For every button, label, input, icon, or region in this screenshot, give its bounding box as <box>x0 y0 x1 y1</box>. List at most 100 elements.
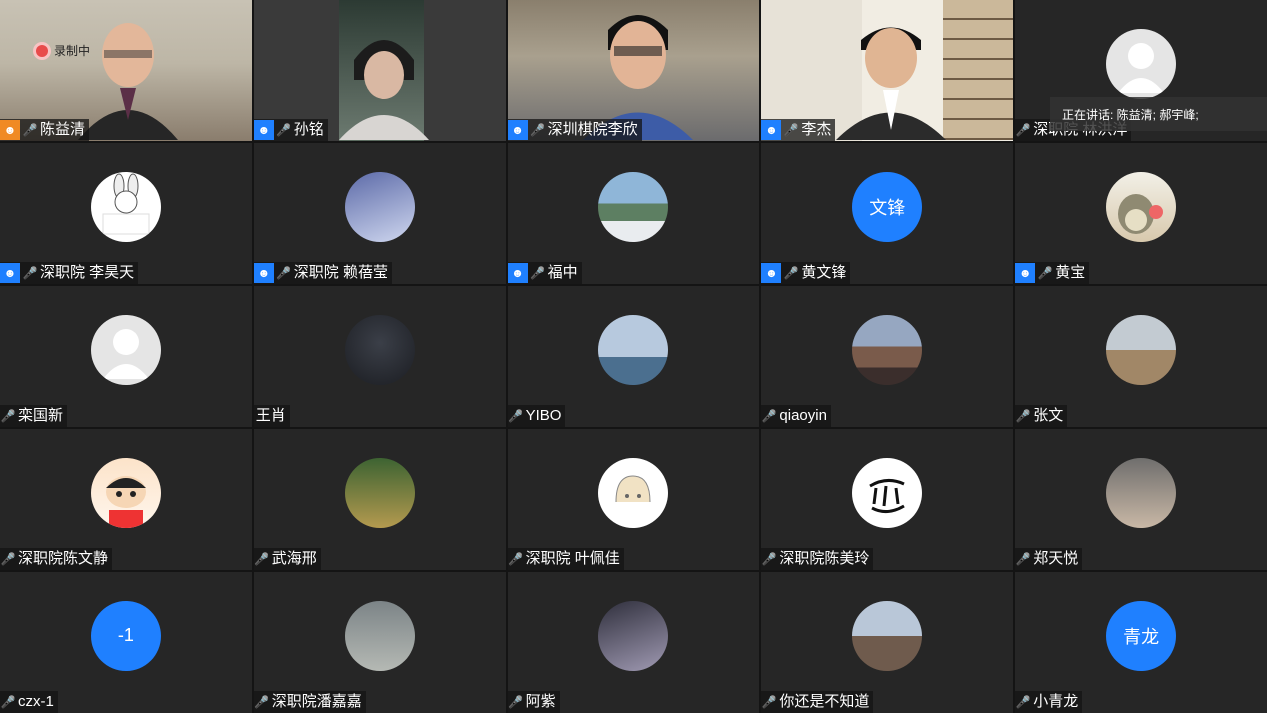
mic-muted-icon: 🎤 <box>254 552 270 566</box>
participant-name: 黄宝 <box>1055 264 1086 281</box>
avatar-text: 青龙 <box>1123 626 1160 647</box>
participant-tile[interactable]: ☻ 🎤 深圳棋院李欣 <box>507 0 760 141</box>
name-bar: 🎤 深职院 叶佩佳 <box>507 548 624 570</box>
mic-muted-icon: 🎤 <box>530 266 546 280</box>
name-bar: 王肖 <box>253 405 290 427</box>
name-bar: ☻ 🎤 李杰 <box>761 119 836 141</box>
mic-muted-icon: 🎤 <box>761 695 777 709</box>
participant-video-image <box>338 40 429 140</box>
mic-muted-icon: 🎤 <box>1015 409 1031 423</box>
mic-muted-icon: 🎤 <box>1015 123 1031 137</box>
participant-tile[interactable]: 青龙 🎤 小青龙 <box>1015 572 1267 713</box>
mic-on-icon: 🎤 <box>783 123 799 137</box>
avatar <box>90 314 161 385</box>
participant-tile[interactable]: ☻ 🎤 深职院 赖蓓莹 <box>253 143 506 284</box>
participant-name: 深职院 叶佩佳 <box>525 550 620 567</box>
name-bar: ☻ 🎤 深圳棋院李欣 <box>507 119 642 141</box>
participant-tile[interactable]: 文锋 ☻ 🎤 黄文锋 <box>761 143 1014 284</box>
name-bar: 🎤 YIBO <box>507 405 566 427</box>
participant-name: 武海邢 <box>271 550 317 567</box>
participant-tile[interactable]: 🎤 深职院陈美玲 <box>761 429 1014 570</box>
participant-tile[interactable]: 🎤 你还是不知道 <box>761 572 1014 713</box>
name-bar: 🎤 qiaoyin <box>761 405 831 427</box>
name-bar: ☻ 🎤 深职院 赖蓓莹 <box>253 262 392 284</box>
avatar <box>344 600 415 671</box>
mic-muted-icon: 🎤 <box>276 266 292 280</box>
participant-tile[interactable]: 🎤 深职院潘嘉嘉 <box>253 572 506 713</box>
user-icon: ☻ <box>253 120 274 140</box>
mic-muted-icon: 🎤 <box>1015 552 1031 566</box>
participant-tile[interactable]: 🎤 张文 <box>1015 286 1267 427</box>
participant-tile[interactable]: 🎤 郑天悦 <box>1015 429 1267 570</box>
mic-muted-icon: 🎤 <box>22 266 38 280</box>
mic-muted-icon: 🎤 <box>761 409 777 423</box>
participant-name: 深职院 赖蓓莹 <box>293 264 388 281</box>
user-icon: ☻ <box>761 120 782 140</box>
participant-tile[interactable]: ☻ 🎤 深职院 李昊天 <box>0 143 252 284</box>
mic-muted-icon: 🎤 <box>508 552 524 566</box>
participant-tile[interactable]: ☻ 🎤 黄宝 <box>1015 143 1267 284</box>
participant-name: 福中 <box>547 264 578 281</box>
avatar <box>344 457 415 528</box>
participant-tile[interactable]: 🎤 YIBO <box>507 286 760 427</box>
participant-name: czx-1 <box>18 693 54 710</box>
speaking-indicator: 正在讲话: 陈益清; 郝宇峰; <box>1050 97 1267 131</box>
mic-muted-icon: 🎤 <box>761 552 777 566</box>
speaking-label: 正在讲话: 陈益清; 郝宇峰; <box>1062 107 1199 122</box>
participant-tile[interactable]: ☻ 🎤 李杰 <box>761 0 1014 141</box>
participant-name: YIBO <box>525 407 562 424</box>
participant-tile[interactable]: ☻ 🎤 孙铭 <box>253 0 506 141</box>
avatar <box>90 171 161 242</box>
user-icon: ☻ <box>761 263 782 283</box>
participant-name: 深职院陈文静 <box>18 550 109 567</box>
participant-tile[interactable]: 🎤 深职院 叶佩佳 <box>507 429 760 570</box>
avatar <box>344 314 415 385</box>
totoro-avatar-image <box>1118 193 1164 234</box>
participant-name: 郑天悦 <box>1033 550 1079 567</box>
participant-name: 深圳棋院李欣 <box>547 121 638 138</box>
participant-tile[interactable]: -1 🎤 czx-1 <box>0 572 252 713</box>
avatar <box>598 171 669 242</box>
default-user-icon <box>1118 42 1165 93</box>
bookshelf <box>943 0 1014 140</box>
mic-muted-icon: 🎤 <box>508 695 524 709</box>
name-bar: ☻ 🎤 孙铭 <box>253 119 328 141</box>
participant-tile[interactable]: 🎤 武海邢 <box>253 429 506 570</box>
avatar <box>852 457 923 528</box>
user-icon: ☻ <box>507 263 528 283</box>
name-bar: ☻ 🎤 黄文锋 <box>761 262 851 284</box>
avatar: 文锋 <box>852 171 923 242</box>
participant-tile[interactable]: 录制中 ☻ 🎤 陈益清 <box>0 0 252 141</box>
participant-tile[interactable]: 王肖 <box>253 286 506 427</box>
avatar <box>1106 171 1177 242</box>
participant-name: 阿紫 <box>525 693 556 710</box>
mic-muted-icon: 🎤 <box>783 266 799 280</box>
avatar-text: 文锋 <box>869 197 906 218</box>
mic-muted-icon: 🎤 <box>276 123 292 137</box>
participant-name: 小青龙 <box>1033 693 1079 710</box>
participant-tile[interactable]: 🎤 阿紫 <box>507 572 760 713</box>
name-bar: 🎤 阿紫 <box>507 691 560 713</box>
mic-muted-icon: 🎤 <box>0 409 16 423</box>
participant-name: 陈益清 <box>40 121 86 138</box>
participant-name: 黄文锋 <box>801 264 847 281</box>
avatar <box>852 600 923 671</box>
sketch-avatar-image <box>615 474 651 502</box>
avatar <box>90 457 161 528</box>
avatar <box>598 457 669 528</box>
participant-tile[interactable]: 🎤 qiaoyin <box>761 286 1014 427</box>
participant-name: 你还是不知道 <box>779 693 870 710</box>
default-user-icon <box>102 328 149 379</box>
avatar: -1 <box>90 600 161 671</box>
record-icon <box>36 44 48 57</box>
name-bar: 🎤 张文 <box>1015 405 1068 427</box>
name-bar: ☻ 🎤 陈益清 <box>0 119 90 141</box>
participant-tile[interactable]: ☻ 🎤 福中 <box>507 143 760 284</box>
participant-tile[interactable]: 🎤 栾国新 <box>0 286 252 427</box>
name-bar: 🎤 栾国新 <box>0 405 68 427</box>
participant-tile[interactable]: 🎤 深职院陈文静 <box>0 429 252 570</box>
mic-muted-icon: 🎤 <box>0 695 16 709</box>
name-bar: 🎤 czx-1 <box>0 691 58 713</box>
participant-name: 栾国新 <box>18 407 64 424</box>
participant-name: 李杰 <box>801 121 832 138</box>
